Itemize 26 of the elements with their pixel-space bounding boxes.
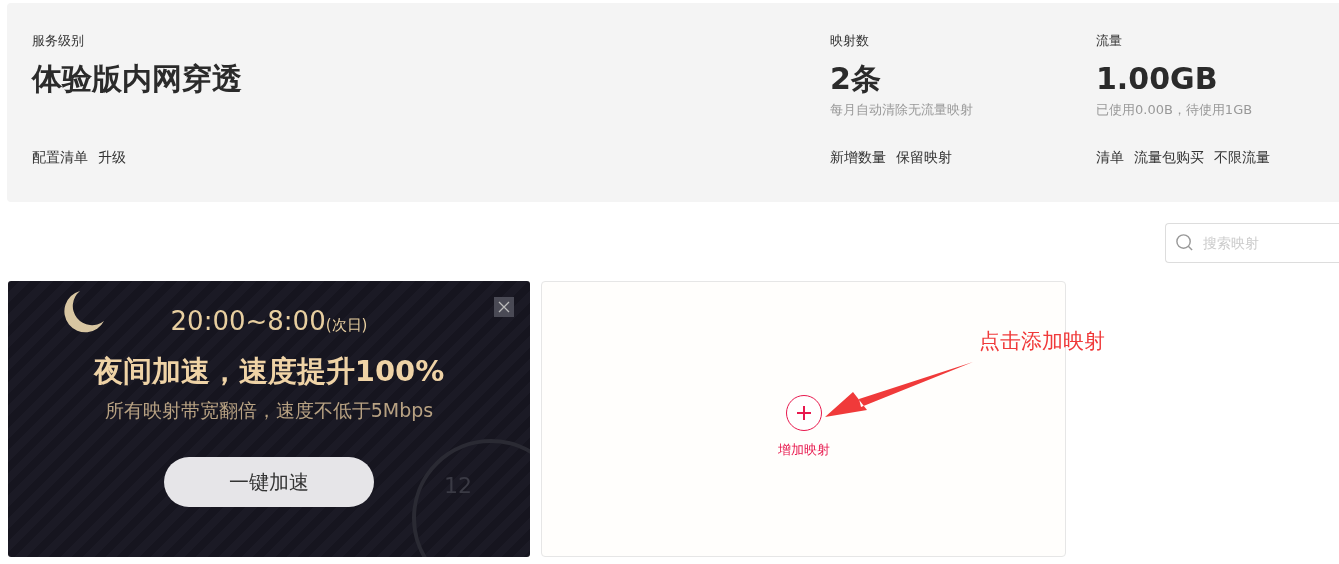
- action-link[interactable]: 保留映射: [896, 149, 952, 167]
- stat-value: 2条: [830, 60, 881, 98]
- close-button[interactable]: [494, 297, 514, 317]
- action-link[interactable]: 升级: [98, 149, 126, 167]
- annotation-text: 点击添加映射: [979, 328, 1105, 355]
- promo-time: 20:00~8:00: [170, 306, 326, 336]
- plus-icon: [795, 405, 812, 421]
- stat-label: 流量: [1096, 32, 1122, 50]
- action-link[interactable]: 流量包购买: [1134, 149, 1204, 167]
- close-icon: [498, 301, 510, 313]
- add-button[interactable]: [785, 395, 822, 431]
- action-link[interactable]: 新增数量: [830, 149, 886, 167]
- action-link[interactable]: 配置清单: [32, 149, 88, 167]
- stat-note: 每月自动清除无流量映射: [830, 101, 973, 119]
- stat-value: 1.00GB: [1096, 60, 1218, 98]
- stat-label: 映射数: [830, 32, 869, 50]
- stat-label: 服务级别: [32, 32, 84, 50]
- action-link[interactable]: 清单: [1096, 149, 1124, 167]
- promo-time-note: (次日): [325, 316, 368, 335]
- action-link[interactable]: 不限流量: [1214, 149, 1270, 167]
- accelerate-button[interactable]: 一键加速: [164, 457, 374, 507]
- promo-headline: 夜间加速，速度提升100%: [93, 353, 445, 390]
- stat-note: 已使用0.00B，待使用1GB: [1096, 101, 1253, 119]
- promo-subline: 所有映射带宽翻倍，速度不低于5Mbps: [104, 398, 434, 423]
- add-label: 增加映射: [777, 441, 830, 459]
- stat-value: 体验版内网穿透: [32, 60, 242, 98]
